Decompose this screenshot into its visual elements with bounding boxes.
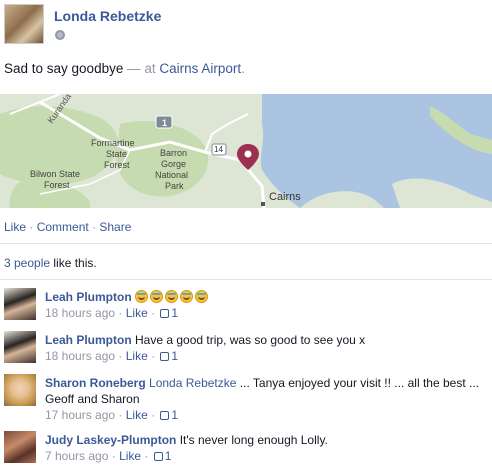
globe-icon[interactable] (55, 30, 65, 40)
commenter-name[interactable]: Sharon Roneberg (45, 376, 146, 390)
thumbs-up-icon (160, 309, 170, 318)
crying-emoji-icon (165, 290, 179, 303)
divider (0, 279, 492, 280)
action-sep-2: · (88, 220, 100, 234)
comment-time[interactable]: 18 hours ago (45, 306, 115, 320)
comment-meta: 18 hours ago · Like · 1 (45, 349, 179, 363)
comment-like-count[interactable]: 1 (171, 306, 178, 320)
location-map[interactable]: Kuranda St 1 14 Formartine State Forest … (0, 94, 492, 208)
crying-emoji-icon (195, 290, 209, 303)
status-text: Sad to say goodbye — at Cairns Airport. (4, 61, 245, 76)
map-label-formartine: Formartine (91, 138, 135, 148)
map-label-cairns: Cairns (269, 191, 301, 203)
thumbs-up-icon (153, 452, 163, 461)
comment-meta: 17 hours ago · Like · 1 (45, 408, 179, 422)
share-link[interactable]: Share (99, 220, 131, 234)
comment-item: Sharon Roneberg Londa Rebetzke ... Tanya… (4, 374, 488, 424)
comment-item: Leah Plumpton Have a good trip, was so g… (4, 331, 488, 369)
comment-like-count[interactable]: 1 (165, 449, 172, 463)
status-separator: — at (123, 61, 160, 76)
author-name[interactable]: Londa Rebetzke (54, 8, 161, 24)
divider (0, 243, 492, 244)
commenter-name[interactable]: Leah Plumpton (45, 333, 132, 347)
commenter-avatar[interactable] (4, 431, 36, 463)
crying-emoji-icon (180, 290, 194, 303)
comment-meta: 7 hours ago · Like · 1 (45, 449, 172, 463)
comment-like-count[interactable]: 1 (171, 408, 178, 422)
map-label-barron: Barron (160, 148, 187, 158)
commenter-name[interactable]: Judy Laskey-Plumpton (45, 433, 176, 447)
commenter-avatar[interactable] (4, 331, 36, 363)
thumbs-up-icon (160, 411, 170, 420)
comment-text: It's never long enough Lolly. (179, 433, 328, 447)
map-label-forest2: Forest (44, 180, 70, 190)
comment-body: Judy Laskey-Plumpton It's never long eno… (45, 432, 485, 464)
map-label-road1: 1 (162, 118, 167, 128)
likers-link[interactable]: 3 people (4, 256, 50, 270)
like-link[interactable]: Like (4, 220, 26, 234)
comment-like-link[interactable]: Like (126, 306, 148, 320)
map-label-gorge: Gorge (161, 159, 186, 169)
map-canvas: Kuranda St 1 14 Formartine State Forest … (0, 94, 492, 208)
map-label-forest1: Forest (104, 160, 130, 170)
commenter-name[interactable]: Leah Plumpton (45, 290, 132, 304)
crying-emoji-row (135, 290, 210, 304)
map-label-state1: State (106, 149, 127, 159)
commenter-avatar[interactable] (4, 374, 36, 406)
comment-like-link[interactable]: Like (126, 349, 148, 363)
likes-summary: 3 people like this. (4, 256, 97, 270)
map-label-park: Park (165, 181, 184, 191)
map-label-national: National (155, 170, 188, 180)
map-label-bilwon: Bilwon State (30, 169, 80, 179)
thumbs-up-icon (160, 352, 170, 361)
comment-like-link[interactable]: Like (119, 449, 141, 463)
author-avatar[interactable] (4, 4, 44, 44)
comment-like-count[interactable]: 1 (171, 349, 178, 363)
post-header: Londa Rebetzke (4, 4, 488, 46)
comment-time[interactable]: 17 hours ago (45, 408, 115, 422)
comment-body: Leah Plumpton 18 hours ago · Like · 1 (45, 289, 485, 321)
place-link[interactable]: Cairns Airport (159, 61, 241, 76)
comment-time[interactable]: 18 hours ago (45, 349, 115, 363)
comment-link[interactable]: Comment (37, 220, 89, 234)
crying-emoji-icon (135, 290, 149, 303)
map-label-road14: 14 (214, 145, 223, 154)
commenter-avatar[interactable] (4, 288, 36, 320)
mention-link[interactable]: Londa Rebetzke (149, 376, 236, 390)
comment-body: Leah Plumpton Have a good trip, was so g… (45, 332, 485, 364)
comment-body: Sharon Roneberg Londa Rebetzke ... Tanya… (45, 375, 485, 423)
comment-meta: 18 hours ago · Like · 1 (45, 306, 179, 320)
comment-time[interactable]: 7 hours ago (45, 449, 108, 463)
comment-text: Have a good trip, was so good to see you… (135, 333, 366, 347)
comment-item: Judy Laskey-Plumpton It's never long eno… (4, 431, 488, 469)
crying-emoji-icon (150, 290, 164, 303)
comment-item: Leah Plumpton 18 hours ago · Like · 1 (4, 288, 488, 326)
likes-suffix: like this. (50, 256, 97, 270)
post-actions: Like · Comment · Share (4, 220, 131, 234)
action-sep-1: · (26, 220, 37, 234)
status-message: Sad to say goodbye (4, 61, 124, 76)
comment-like-link[interactable]: Like (126, 408, 148, 422)
status-end: . (241, 61, 245, 76)
